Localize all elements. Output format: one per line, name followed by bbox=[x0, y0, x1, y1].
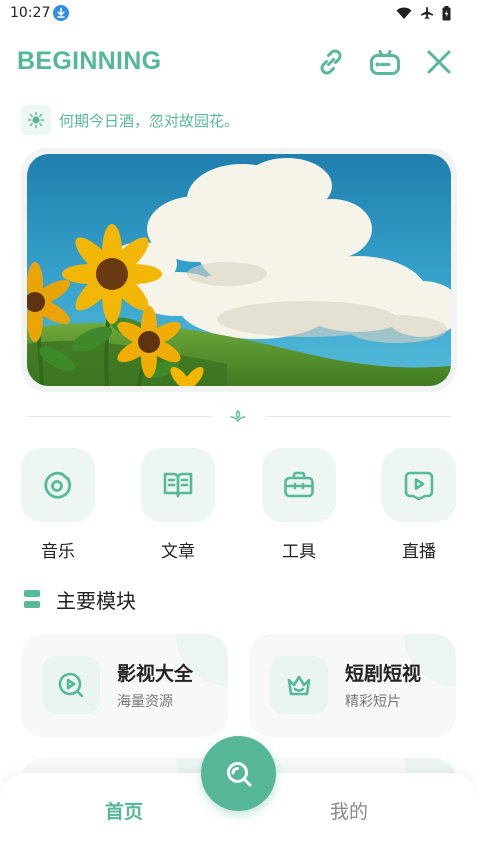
section-marker-icon bbox=[24, 590, 40, 608]
quick-label: 直播 bbox=[402, 542, 436, 562]
landscape-illustration bbox=[27, 154, 451, 386]
banner-image[interactable] bbox=[27, 154, 451, 386]
search-icon bbox=[226, 761, 251, 786]
status-time: 10:27 bbox=[10, 5, 51, 21]
crown-icon bbox=[287, 675, 311, 696]
module-title: 影视大全 bbox=[117, 663, 194, 685]
close-icon bbox=[427, 50, 451, 74]
module-card-short-drama[interactable]: 短剧短视 精彩短片 bbox=[249, 634, 456, 737]
status-icons bbox=[396, 5, 451, 21]
live-tv-icon bbox=[404, 471, 434, 501]
module-icon-box bbox=[42, 656, 100, 714]
quick-tile bbox=[262, 448, 336, 522]
robot-icon bbox=[370, 50, 400, 75]
status-bar: 10:27 bbox=[0, 0, 477, 28]
quick-tile bbox=[382, 448, 456, 522]
quick-label: 音乐 bbox=[41, 542, 75, 562]
daily-quote: 何期今日酒，忽对故园花。 bbox=[21, 105, 239, 135]
module-subtitle: 海量资源 bbox=[117, 694, 173, 710]
music-disc-icon bbox=[44, 471, 72, 499]
robot-button[interactable] bbox=[367, 44, 403, 80]
module-card-movies[interactable]: 影视大全 海量资源 bbox=[21, 634, 228, 737]
video-search-icon bbox=[58, 672, 84, 698]
module-icon-box bbox=[270, 656, 328, 714]
quote-text: 何期今日酒，忽对故园花。 bbox=[59, 111, 240, 130]
wifi-icon bbox=[396, 7, 412, 19]
sun-icon bbox=[21, 105, 51, 135]
quick-label: 文章 bbox=[161, 542, 195, 562]
link-icon bbox=[320, 49, 342, 75]
quick-item-live[interactable]: 直播 bbox=[382, 448, 456, 568]
download-icon bbox=[53, 5, 69, 21]
quick-label: 工具 bbox=[282, 542, 316, 562]
quick-item-articles[interactable]: 文章 bbox=[141, 448, 215, 568]
book-icon bbox=[163, 472, 193, 498]
app-title: BEGINNING bbox=[17, 47, 162, 75]
close-button[interactable] bbox=[421, 44, 457, 80]
link-button[interactable] bbox=[313, 44, 349, 80]
airplane-icon bbox=[421, 7, 433, 19]
tab-mine[interactable]: 我的 bbox=[330, 797, 368, 824]
sprout-icon bbox=[230, 409, 246, 423]
divider-right bbox=[265, 416, 451, 417]
search-button[interactable] bbox=[201, 736, 276, 811]
module-subtitle: 精彩短片 bbox=[345, 694, 401, 710]
battery-icon bbox=[442, 5, 451, 20]
quick-item-tools[interactable]: 工具 bbox=[262, 448, 336, 568]
quick-item-music[interactable]: 音乐 bbox=[21, 448, 95, 568]
section-title: 主要模块 bbox=[56, 589, 136, 613]
module-title: 短剧短视 bbox=[345, 663, 422, 685]
quick-tile bbox=[21, 448, 95, 522]
toolbox-icon bbox=[284, 471, 314, 498]
quick-tile bbox=[141, 448, 215, 522]
tab-home[interactable]: 首页 bbox=[105, 797, 143, 824]
divider-left bbox=[27, 416, 212, 417]
